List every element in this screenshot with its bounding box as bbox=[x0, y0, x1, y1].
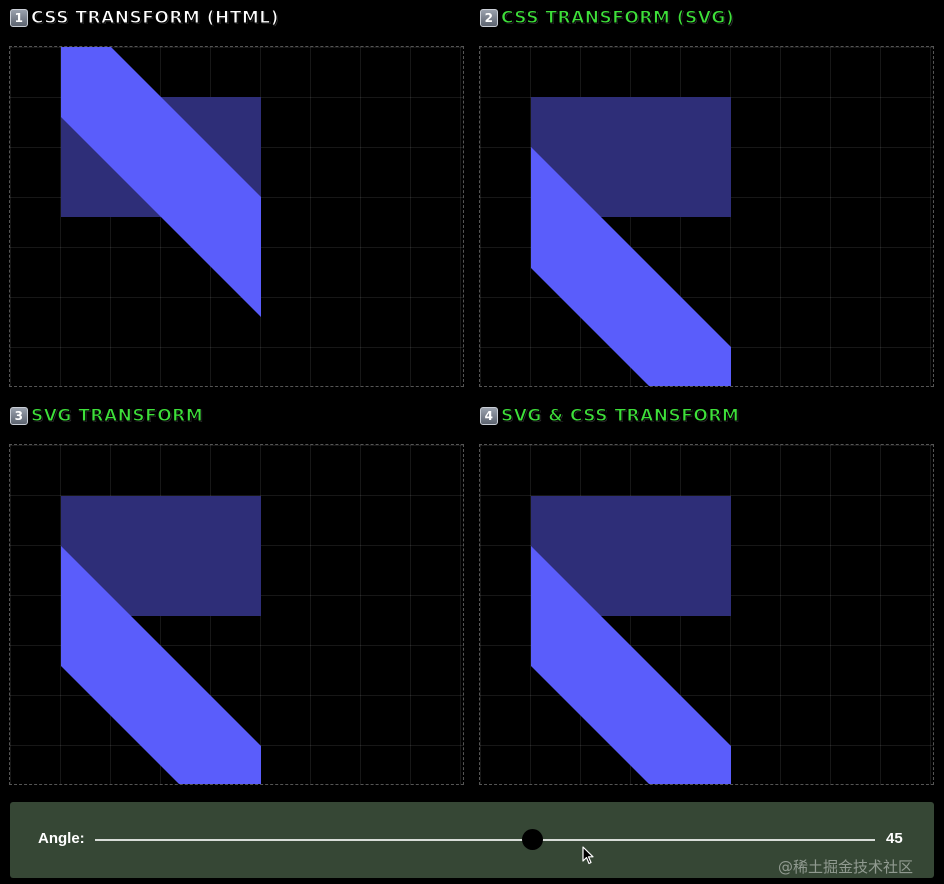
angle-slider-thumb[interactable] bbox=[522, 829, 543, 850]
panel-3-title-text: SVG TRANSFORM bbox=[30, 406, 204, 427]
number-badge-icon: 2 bbox=[480, 9, 498, 27]
panel-2-svg bbox=[531, 97, 731, 386]
panel-3-canvas bbox=[9, 444, 464, 785]
angle-label: Angle: bbox=[38, 830, 85, 847]
mouse-pointer-icon bbox=[582, 846, 594, 865]
panel-3-svg bbox=[61, 496, 261, 784]
number-badge-icon: 3 bbox=[10, 407, 28, 425]
panel-1-title-text: CSS TRANSFORM (HTML) bbox=[31, 8, 279, 29]
panel-4-canvas bbox=[479, 444, 934, 785]
panel-1-canvas bbox=[9, 46, 464, 387]
panel-3-title: 3 SVG TRANSFORM bbox=[10, 404, 203, 428]
panel-4-title: 4 SVG & CSS TRANSFORM bbox=[480, 404, 739, 428]
panel-1-title: 1 CSS TRANSFORM (HTML) bbox=[10, 6, 279, 30]
panel-4-svg bbox=[531, 496, 731, 784]
panel-1-svg bbox=[61, 47, 261, 317]
number-badge-icon: 1 bbox=[10, 9, 28, 27]
watermark: @稀土掘金技术社区 bbox=[778, 858, 914, 876]
angle-value: 45 bbox=[886, 830, 903, 847]
panel-4-title-text: SVG & CSS TRANSFORM bbox=[500, 406, 740, 427]
panel-2-canvas bbox=[479, 46, 934, 387]
page: 1 CSS TRANSFORM (HTML) 2 CSS TRANSFORM (… bbox=[0, 0, 944, 884]
panel-2-title: 2 CSS TRANSFORM (SVG) bbox=[480, 6, 734, 30]
angle-slider-track[interactable] bbox=[95, 839, 875, 841]
number-badge-icon: 4 bbox=[480, 407, 498, 425]
panel-2-title-text: CSS TRANSFORM (SVG) bbox=[500, 8, 735, 29]
